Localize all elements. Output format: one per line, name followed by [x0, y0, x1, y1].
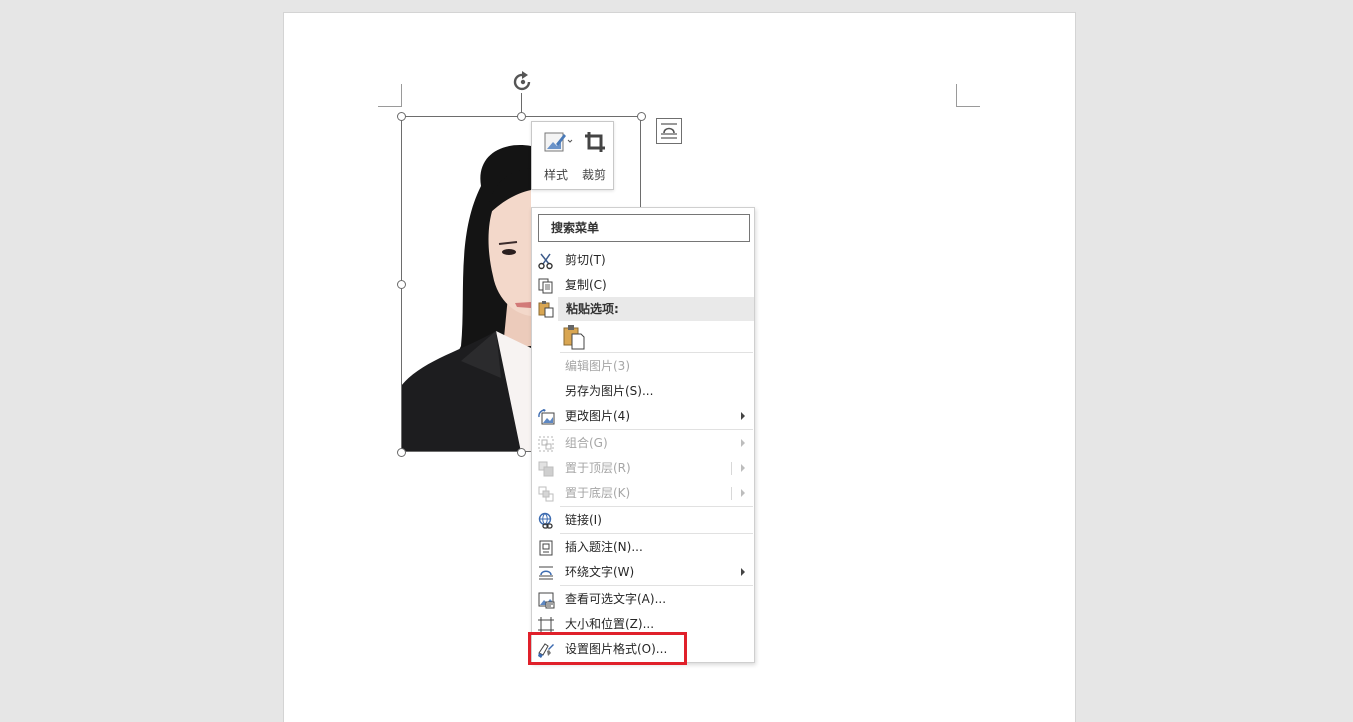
resize-handle-top-left[interactable] [397, 112, 406, 121]
picture-style-icon [544, 132, 573, 152]
menu-item-send-to-back[interactable]: 置于底层(K) [532, 481, 754, 506]
layout-options-icon [661, 123, 677, 139]
wrap-text-icon [539, 566, 553, 580]
menu-item-edit-picture[interactable]: 编辑图片(3) [532, 354, 754, 379]
change-picture-icon [538, 409, 555, 425]
picture-style-button[interactable]: 样式 [537, 128, 575, 184]
resize-handle-top-right[interactable] [637, 112, 646, 121]
menu-separator [560, 506, 753, 507]
crop-button[interactable]: 裁剪 [575, 128, 613, 184]
rotate-handle-icon[interactable] [511, 70, 535, 94]
menu-item-wrap-text[interactable]: 环绕文字(W) [532, 560, 754, 585]
insert-caption-icon [539, 540, 553, 556]
crop-icon [585, 132, 605, 152]
resize-handle-bottom[interactable] [517, 448, 526, 457]
paste-icon [538, 301, 554, 318]
margin-corner-top-right [956, 84, 980, 107]
mini-toolbar: 样式 裁剪 [531, 121, 614, 190]
menu-item-label: 剪切(T) [565, 253, 606, 267]
menu-item-label: 查看可选文字(A)... [565, 592, 667, 606]
highlight-box [528, 632, 687, 665]
menu-item-change-picture[interactable]: 更改图片(4) [532, 404, 754, 429]
menu-item-label: 编辑图片(3) [565, 359, 630, 373]
menu-item-label: 链接(I) [565, 513, 602, 527]
submenu-arrow-icon [741, 464, 745, 472]
resize-handle-bottom-left[interactable] [397, 448, 406, 457]
paste-keep-format-icon[interactable] [562, 324, 586, 350]
paste-options-header: 粘贴选项: [558, 297, 754, 321]
margin-corner-top-left [378, 84, 402, 107]
menu-item-link[interactable]: 链接(I) [532, 508, 754, 533]
menu-item-insert-caption[interactable]: 插入题注(N)... [532, 535, 754, 560]
submenu-arrow-icon [741, 489, 745, 497]
menu-item-copy[interactable]: 复制(C) [532, 273, 754, 298]
group-icon [538, 436, 554, 452]
menu-item-label: 更改图片(4) [565, 409, 630, 423]
bring-to-front-icon [538, 461, 554, 477]
menu-separator [560, 533, 753, 534]
menu-item-label: 环绕文字(W) [565, 565, 635, 579]
submenu-divider [731, 462, 732, 475]
menu-separator [560, 429, 753, 430]
crop-label: 裁剪 [581, 168, 606, 182]
link-icon [538, 512, 553, 529]
submenu-divider [731, 487, 732, 500]
scissors-icon [538, 253, 553, 270]
picture-style-label: 样式 [543, 168, 568, 182]
menu-item-bring-to-front[interactable]: 置于顶层(R) [532, 456, 754, 481]
submenu-arrow-icon [741, 412, 745, 420]
menu-item-label: 置于底层(K) [565, 486, 631, 500]
layout-options-button[interactable] [656, 118, 682, 144]
menu-item-group[interactable]: 组合(G) [532, 431, 754, 456]
menu-item-view-alt-text[interactable]: 查看可选文字(A)... [532, 587, 754, 612]
menu-separator [560, 585, 753, 586]
menu-item-label: 置于顶层(R) [565, 461, 631, 475]
menu-item-label: 插入题注(N)... [565, 540, 643, 554]
send-to-back-icon [538, 486, 554, 502]
alt-text-icon [538, 592, 555, 609]
resize-handle-left[interactable] [397, 280, 406, 289]
menu-item-label: 另存为图片(S)... [565, 384, 654, 398]
submenu-arrow-icon [741, 439, 745, 447]
menu-item-label: 复制(C) [565, 278, 607, 292]
search-menu-input[interactable]: 搜索菜单 [538, 214, 750, 242]
context-menu: 搜索菜单 剪切(T) 复制(C) 粘贴选项: 编辑图片(3) 另存为图片(S).… [531, 207, 755, 663]
resize-handle-top[interactable] [517, 112, 526, 121]
copy-icon [538, 278, 553, 294]
menu-separator [560, 352, 753, 353]
menu-item-save-as-picture[interactable]: 另存为图片(S)... [532, 379, 754, 404]
menu-item-cut[interactable]: 剪切(T) [532, 248, 754, 273]
menu-item-label: 组合(G) [565, 436, 608, 450]
submenu-arrow-icon [741, 568, 745, 576]
